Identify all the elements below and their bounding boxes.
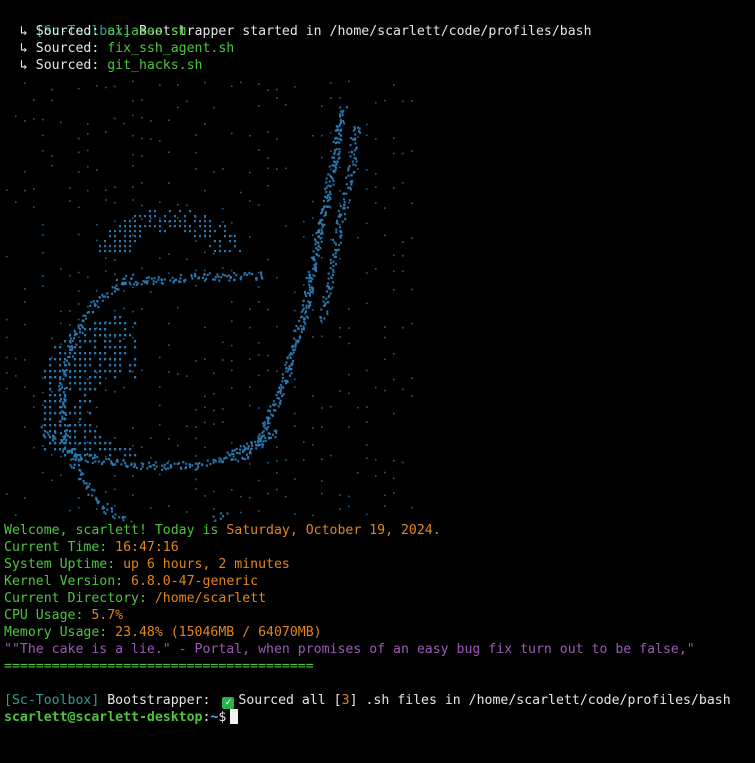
info-line: Current Time: 16:47:16: [4, 539, 752, 556]
check-icon: ✓: [222, 697, 235, 709]
sourced-label: ↳ Sourced:: [4, 41, 108, 56]
sourced-label: ↳ Sourced:: [4, 24, 108, 39]
info-value: 16:47:16: [115, 540, 179, 555]
info-line: Current Directory: /home/scarlett: [4, 590, 752, 607]
footer-sourced-text: Sourced all: [238, 693, 334, 708]
prompt-symbol: $: [218, 710, 227, 725]
sourced-count: 3: [341, 693, 350, 708]
info-line: Kernel Version: 6.8.0-47-generic: [4, 573, 752, 590]
info-value: /home/scarlett: [154, 591, 267, 606]
footer-rest: .sh files in /home/scarlett/code/profile…: [357, 693, 731, 708]
welcome-date: Saturday, October 19, 2024.: [226, 523, 441, 538]
bootstrap-message: Bootstrapper started in /home/scarlett/c…: [131, 24, 592, 39]
terminal-window[interactable]: [Sc-Toolbox] Bootstrapper started in /ho…: [4, 6, 752, 726]
info-label: Memory Usage:: [4, 625, 116, 640]
info-value: 5.7%: [91, 608, 124, 623]
text-cursor[interactable]: [230, 709, 239, 724]
sourced-label: ↳ Sourced:: [4, 58, 108, 73]
welcome-line: Welcome, scarlett! Today is Saturday, Oc…: [4, 522, 752, 539]
sourced-file: fix_ssh_agent.sh: [107, 41, 235, 56]
sourced-file: git_hacks.sh: [107, 58, 203, 73]
ascii-art-panel: [4, 80, 752, 522]
quote-line: ""The cake is a lie." - Portal, when pro…: [4, 642, 695, 657]
info-line: Memory Usage: 23.48% (15046MB / 64070MB): [4, 624, 752, 641]
info-value: 6.8.0-47-generic: [131, 574, 259, 589]
portal-aperture-icon: [6, 80, 413, 522]
info-line: System Uptime: up 6 hours, 2 minutes: [4, 556, 752, 573]
prompt-user-host: scarlett@scarlett-desktop: [4, 710, 203, 725]
shell-prompt[interactable]: scarlett@scarlett-desktop:~$: [4, 709, 752, 726]
sourced-line: ↳ Sourced: git_hacks.sh: [4, 57, 752, 74]
bootstrap-header-line: [Sc-Toolbox] Bootstrapper started in /ho…: [4, 6, 752, 39]
bootstrap-footer-line: [Sc-Toolbox] Bootstrapper: ✓ Sourced all …: [4, 692, 752, 709]
info-label: Kernel Version:: [4, 574, 132, 589]
info-label: Current Time:: [4, 540, 116, 555]
info-label: Current Directory:: [4, 591, 155, 606]
toolbox-prefix: [Sc-Toolbox]: [4, 693, 100, 708]
info-label: CPU Usage:: [4, 608, 92, 623]
footer-text: Bootstrapper:: [99, 693, 219, 708]
bracket-close: ]: [349, 693, 358, 708]
info-line: CPU Usage: 5.7%: [4, 607, 752, 624]
bracket-open: [: [333, 693, 342, 708]
info-value: 23.48% (15046MB / 64070MB): [115, 625, 322, 640]
separator-line: =======================================: [4, 659, 314, 674]
welcome-prefix: Welcome, scarlett! Today is: [4, 523, 227, 538]
info-label: System Uptime:: [4, 557, 124, 572]
sourced-file: aliases.sh: [107, 24, 187, 39]
info-value: up 6 hours, 2 minutes: [123, 557, 290, 572]
sourced-line: ↳ Sourced: fix_ssh_agent.sh: [4, 40, 752, 57]
